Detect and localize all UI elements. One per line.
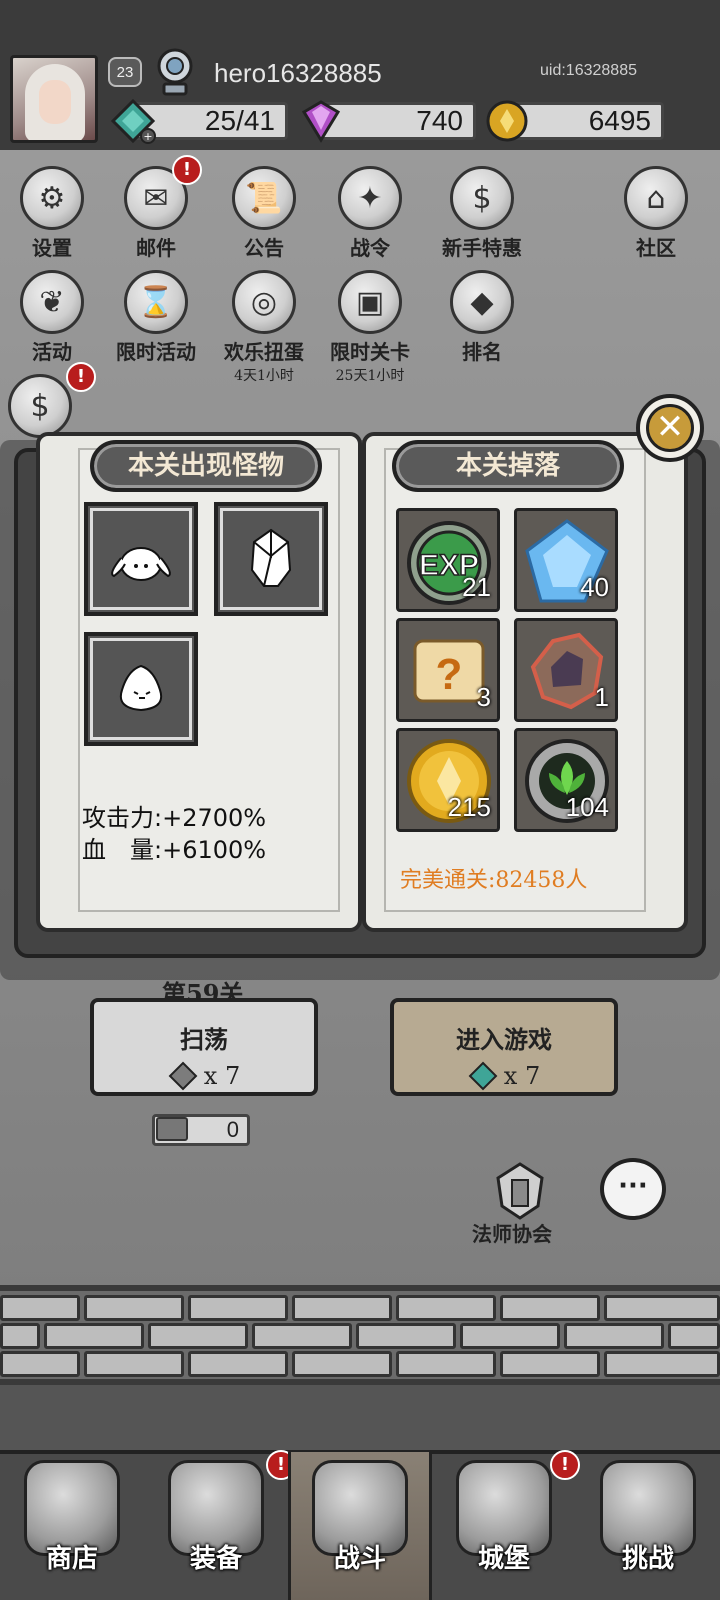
drop-count: 40 [580,572,609,602]
drop-count: 215 [447,792,491,822]
limited-stage-button[interactable]: ▣ 限时关卡 25天1小时 [320,270,420,385]
home-icon: ⌂ [624,166,688,230]
ticket-icon [156,1117,188,1141]
svg-text:+: + [143,130,152,143]
brick-wall [0,1285,720,1385]
perfect-clear-count: 完美通关:82458人 [400,868,588,893]
crystal-ball-icon: ✦ [338,166,402,230]
notice-button[interactable]: 📜 公告 [214,166,314,261]
offer-alert-badge: ! [66,362,96,392]
nav-challenge[interactable]: 挑战 [576,1452,720,1600]
newbie-offer-button[interactable]: $ 新手特惠 [432,166,532,261]
close-modal-button[interactable]: ✕ [636,394,704,462]
energy-gem-icon [468,1061,498,1091]
svg-text:?: ? [436,650,463,699]
activity-button[interactable]: ❦ 活动 [2,270,102,365]
nav-equipment[interactable]: 装备 [144,1452,288,1600]
dungeon-gate-icon: ▣ [338,270,402,334]
chat-button[interactable]: ··· [600,1158,666,1220]
drop-count: 104 [565,792,609,822]
limited-event-button[interactable]: ⌛ 限时活动 [106,270,206,365]
gacha-machine-icon: ◎ [232,270,296,334]
drop-crystal[interactable]: 40 [514,508,618,612]
chat-bubble-icon: ··· [618,1171,648,1201]
player-avatar[interactable] [10,55,98,143]
guild-label: 法师协会 [472,1222,552,1246]
drop-ore[interactable]: 1 [514,618,618,722]
attack-value: +2700% [162,804,267,832]
limited-stage-timer: 25天1小时 [335,368,405,384]
player-name: hero16328885 [214,58,382,88]
drop-count: 21 [462,572,491,602]
close-icon: ✕ [646,404,694,452]
money-bag-icon: $ [8,374,72,438]
hourglass-icon: ⌛ [124,270,188,334]
enter-cost: x 7 [503,1062,541,1090]
podium-icon: ◆ [450,270,514,334]
sweep-cost: x 7 [203,1062,241,1090]
energy-gem-icon [168,1061,198,1091]
drop-gold[interactable]: 215 [396,728,500,832]
crystal-golem-icon [250,528,292,587]
bunny-monster-icon [111,547,171,581]
laurel-icon: ❦ [20,270,84,334]
settings-button[interactable]: ⚙ 设置 [2,166,102,261]
monster-dumpling[interactable] [84,632,198,746]
rank-trophy-icon[interactable] [152,46,198,98]
drop-count: 1 [594,682,609,712]
drops-title: 本关掉落 [392,440,624,492]
monsters-title: 本关出现怪物 [90,440,322,492]
hp-label: 血 量: [82,836,163,864]
sweep-button[interactable]: 扫荡 x 7 [90,998,318,1096]
hp-stat: 血 量:+6100% [82,830,266,865]
attack-stat: 攻击力:+2700% [82,798,266,833]
dumpling-monster-icon [119,664,163,712]
gold-coin-icon[interactable] [484,98,530,144]
mail-alert-badge: ! [172,155,202,185]
drop-count: 3 [476,682,491,712]
community-button[interactable]: ⌂ 社区 [606,166,706,261]
monster-crystal-golem[interactable] [214,502,328,616]
drop-green-rune[interactable]: 104 [514,728,618,832]
attack-label: 攻击力: [82,804,163,832]
drop-exp[interactable]: EXP 21 [396,508,500,612]
monster-bunny[interactable] [84,502,198,616]
gear-icon: ⚙ [20,166,84,230]
enter-game-button[interactable]: 进入游戏 x 7 [390,998,618,1096]
money-bag-icon: $ [450,166,514,230]
nav-battle[interactable]: 战斗 [288,1452,432,1600]
player-uid: uid:16328885 [540,62,637,79]
scroll-icon: 📜 [232,166,296,230]
battle-pass-button[interactable]: ✦ 战令 [320,166,420,261]
level-badge: 23 [108,57,142,87]
nav-shop[interactable]: 商店 [0,1452,144,1600]
guild-helmet-icon[interactable] [488,1158,552,1222]
energy-gem-icon[interactable]: + [110,98,156,144]
purple-gem-icon[interactable] [298,98,344,144]
sweep-label: 扫荡 [180,1025,228,1054]
hp-value: +6100% [162,836,267,864]
ranking-button[interactable]: ◆ 排名 [432,270,532,365]
gacha-button[interactable]: ◎ 欢乐扭蛋 4天1小时 [214,270,314,385]
enter-label: 进入游戏 [456,1025,552,1054]
gacha-timer: 4天1小时 [234,368,294,384]
drop-scroll[interactable]: ? 3 [396,618,500,722]
